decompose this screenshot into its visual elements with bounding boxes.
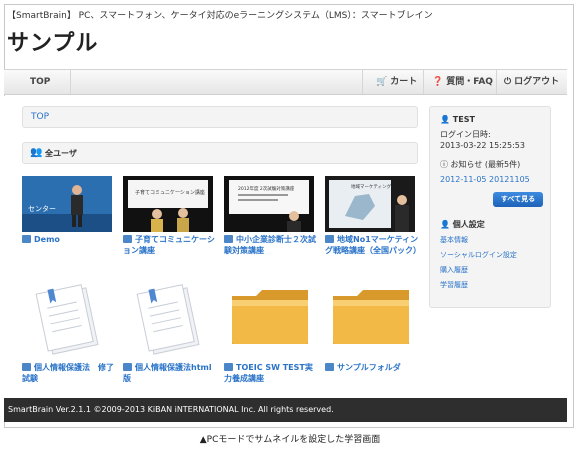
nav-divider	[496, 70, 497, 94]
section-title: 全ユーザ	[45, 149, 77, 158]
link-learning-history[interactable]: 学習履歴	[440, 280, 468, 290]
video-icon	[22, 235, 31, 243]
course-thumbnail-marketing[interactable]: 地域マーケティング	[325, 176, 415, 232]
nav-top-link[interactable]: TOP	[30, 70, 50, 94]
nav-logout-button[interactable]: ⏻ ログアウト	[504, 70, 559, 94]
login-label: ログイン日時:	[440, 130, 491, 139]
course-title: 地域No1マーケティング戦略講座（全国パック）	[325, 235, 421, 255]
video-icon	[224, 235, 233, 243]
link-basic-info[interactable]: 基本情報	[440, 235, 468, 245]
nav-bar: TOP 🛒 カート ❓ 質問・FAQ ⏻ ログアウト	[4, 69, 567, 95]
news-title: ⓘ お知らせ (最新5件)	[440, 160, 521, 169]
course-title: 中小企業診断士２次試験対策講座	[224, 235, 316, 255]
course-title: 子育てコミュニケーション講座	[123, 235, 215, 255]
course-link-toeic[interactable]: TOEIC SW TEST実力養成講座	[224, 362, 320, 384]
course-thumbnail-consultant[interactable]: 2012年度 2次試験対策講座	[224, 176, 314, 232]
course-link-marketing[interactable]: 地域No1マーケティング戦略講座（全国パック）	[325, 234, 421, 256]
course-thumbnail-demo[interactable]: センター	[22, 176, 112, 232]
folder-icon[interactable]	[329, 286, 413, 348]
news-item-link[interactable]: 2012-11-05 20121105	[440, 175, 530, 184]
course-title: TOEIC SW TEST実力養成講座	[224, 363, 313, 383]
video-icon	[123, 235, 132, 243]
course-link-childcare[interactable]: 子育てコミュニケーション講座	[123, 234, 219, 256]
see-all-button[interactable]: すべて見る	[493, 192, 543, 207]
thumb-text-childcare: 子育てコミュニケーション講座	[135, 189, 205, 196]
document-icon[interactable]	[24, 276, 114, 362]
folder-small-icon	[224, 363, 233, 371]
course-link-privacy-html[interactable]: 個人情報保護法html版	[123, 362, 219, 384]
course-title: サンプルフォルダ	[337, 363, 401, 372]
users-icon: 👥	[30, 147, 43, 158]
question-icon: ❓	[432, 77, 444, 87]
course-link-consultant[interactable]: 中小企業診断士２次試験対策講座	[224, 234, 320, 256]
document-icon[interactable]	[125, 276, 215, 362]
site-tagline: 【SmartBrain】 PC、スマートフォン、ケータイ対応のeラーニングシステ…	[7, 11, 433, 21]
course-title: Demo	[34, 235, 60, 244]
document-small-icon	[123, 363, 132, 371]
nav-cart-label: カート	[390, 77, 418, 87]
course-title: 個人情報保護法html版	[123, 363, 212, 383]
nav-logout-label: ログアウト	[514, 77, 560, 87]
person-icon: 👤	[440, 220, 450, 229]
document-small-icon	[22, 363, 31, 371]
breadcrumb-top-link[interactable]: TOP	[31, 112, 49, 122]
link-social-login[interactable]: ソーシャルログイン設定	[440, 250, 517, 260]
user-icon: 👤	[440, 115, 450, 124]
user-name: 👤 TEST	[440, 115, 475, 124]
figure-caption: ▲PCモードでサムネイルを設定した学習画面	[199, 435, 381, 445]
footer: SmartBrain Ver.2.1.1 ©2009-2013 KiBAN iN…	[4, 398, 567, 422]
thumb-text-consultant: 2012年度 2次試験対策講座	[238, 185, 295, 192]
power-icon: ⏻	[504, 77, 512, 87]
section-header: 👥 全ユーザ	[22, 142, 418, 164]
login-time: 2013-03-22 15:25:53	[440, 141, 525, 150]
nav-divider	[70, 70, 71, 94]
personal-settings-title: 👤 個人設定	[440, 220, 485, 229]
folder-small-icon	[325, 363, 334, 371]
nav-divider	[423, 70, 424, 94]
course-link-sample-folder[interactable]: サンプルフォルダ	[325, 362, 421, 373]
sidebar: 👤 TEST ログイン日時: 2013-03-22 15:25:53 ⓘ お知ら…	[429, 106, 551, 308]
nav-divider	[362, 70, 363, 94]
link-purchase-history[interactable]: 購入履歴	[440, 265, 468, 275]
folder-icon[interactable]	[228, 286, 312, 348]
main-content: TOP 👥 全ユーザ センター 子育てコミュニケーション講座 2012年度 2次…	[4, 96, 567, 398]
thumb-text-demo: センター	[28, 204, 56, 213]
breadcrumb: TOP	[22, 106, 418, 128]
nav-cart-button[interactable]: 🛒 カート	[376, 70, 417, 94]
info-icon: ⓘ	[440, 160, 448, 169]
course-title: 個人情報保護法 修了試験	[22, 363, 114, 383]
course-thumbnail-childcare[interactable]: 子育てコミュニケーション講座	[123, 176, 213, 232]
course-link-demo[interactable]: Demo	[22, 234, 118, 245]
cart-icon: 🛒	[376, 77, 388, 87]
video-icon	[325, 235, 334, 243]
page-title: サンプル	[7, 31, 99, 56]
thumb-text-marketing: 地域マーケティング	[351, 183, 392, 190]
course-link-privacy-exam[interactable]: 個人情報保護法 修了試験	[22, 362, 118, 384]
nav-faq-label: 質問・FAQ	[446, 77, 493, 87]
nav-faq-button[interactable]: ❓ 質問・FAQ	[432, 70, 493, 94]
